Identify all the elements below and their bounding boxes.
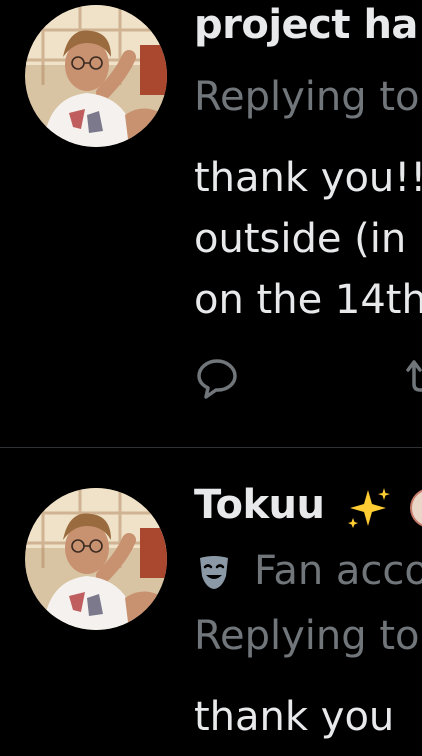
reply-button[interactable] <box>194 354 240 400</box>
sparkle-emoji-icon <box>344 484 392 532</box>
theater-masks-icon <box>200 556 228 589</box>
tweet-2[interactable]: Tokuu Fan acco Replying to thank you <box>0 448 422 756</box>
author-name[interactable]: Tokuu <box>194 482 325 528</box>
retweet-button[interactable] <box>404 354 422 400</box>
reply-bubble-icon <box>197 359 237 399</box>
account-label: Fan acco <box>254 548 422 594</box>
tweet-1[interactable]: project ha Replying to thank you!! outsi… <box>0 0 422 447</box>
extra-emoji-icon <box>410 488 422 528</box>
sparkles-icon <box>348 488 390 528</box>
author-name[interactable]: project ha <box>194 2 418 48</box>
tweet-text-line-3: on the 14th <box>194 277 422 323</box>
retweet-icon <box>406 360 422 392</box>
avatar[interactable] <box>25 5 167 147</box>
avatar-image <box>25 488 167 630</box>
replying-to[interactable]: Replying to <box>194 74 420 120</box>
avatar[interactable] <box>25 488 167 630</box>
tweet-text-line-1: thank you <box>194 694 395 740</box>
tweet-text-line-2: outside (in <box>194 216 407 262</box>
avatar-image <box>25 5 167 147</box>
account-badge-icon <box>194 552 234 592</box>
tweet-text-line-1: thank you!! <box>194 155 422 201</box>
replying-to[interactable]: Replying to <box>194 613 420 659</box>
